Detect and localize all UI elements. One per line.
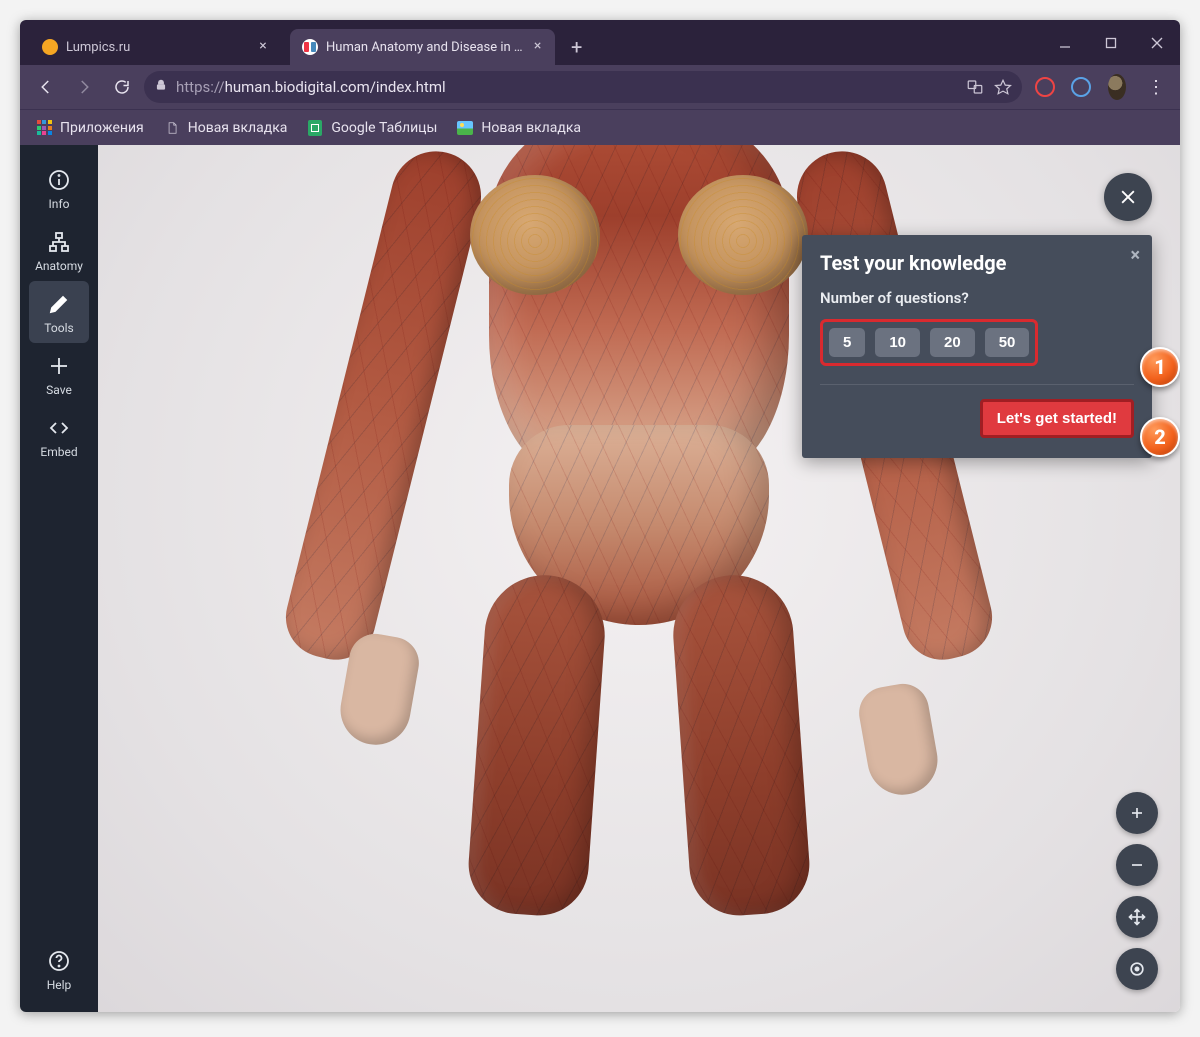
- browser-menu-button[interactable]: ⋮: [1142, 73, 1170, 101]
- nav-back-button[interactable]: [30, 71, 62, 103]
- profile-avatar[interactable]: [1106, 76, 1128, 98]
- translate-icon[interactable]: [966, 78, 984, 96]
- bookmark-label: Google Таблицы: [331, 120, 437, 136]
- star-icon[interactable]: [994, 78, 1012, 96]
- sidebar-item-label: Help: [47, 978, 72, 992]
- apps-icon: [36, 120, 52, 136]
- code-icon: [46, 415, 72, 441]
- bookmark-newtab-2[interactable]: Новая вкладка: [449, 116, 589, 140]
- nav-reload-button[interactable]: [106, 71, 138, 103]
- info-icon: [46, 167, 72, 193]
- close-icon[interactable]: ×: [531, 40, 545, 54]
- quiz-start-button[interactable]: Let's get started!: [980, 399, 1134, 438]
- lock-icon: [154, 78, 168, 96]
- quiz-option-20[interactable]: 20: [930, 328, 975, 357]
- zoom-in-button[interactable]: [1116, 792, 1158, 834]
- callout-badge-2: 2: [1140, 417, 1180, 457]
- tab-title: Lumpics.ru: [66, 40, 248, 55]
- address-bar: https://human.biodigital.com/index.html …: [20, 65, 1180, 109]
- omnibox[interactable]: https://human.biodigital.com/index.html: [144, 71, 1022, 103]
- document-icon: [164, 120, 180, 136]
- sidebar-item-tools[interactable]: Tools: [29, 281, 89, 343]
- quiz-start-wrap: Let's get started!: [820, 399, 1134, 438]
- window-controls: [1042, 20, 1180, 65]
- quiz-popup: × Test your knowledge Number of question…: [802, 235, 1152, 458]
- quiz-option-10[interactable]: 10: [875, 328, 920, 357]
- bookmarks-bar: Приложения Новая вкладка Google Таблицы …: [20, 109, 1180, 145]
- bookmark-label: Новая вкладка: [481, 120, 581, 136]
- sidebar-item-embed[interactable]: Embed: [29, 405, 89, 467]
- bookmark-newtab-1[interactable]: Новая вкладка: [156, 116, 296, 140]
- url-scheme: https://: [176, 78, 225, 96]
- sidebar-item-label: Anatomy: [35, 259, 83, 273]
- app-content: Info Anatomy Tools Save Embed: [20, 145, 1180, 1012]
- close-overlay-button[interactable]: [1104, 173, 1152, 221]
- bookmark-label: Приложения: [60, 120, 144, 136]
- tab-lumpics[interactable]: Lumpics.ru ×: [30, 29, 280, 65]
- sidebar-item-label: Save: [46, 383, 72, 397]
- quiz-subtitle: Number of questions?: [820, 289, 1134, 307]
- favicon-lumpics: [42, 39, 58, 55]
- url-text: https://human.biodigital.com/index.html: [176, 78, 958, 96]
- extension-opera-icon[interactable]: [1034, 76, 1056, 98]
- pencil-icon: [46, 291, 72, 317]
- tab-title: Human Anatomy and Disease in …: [326, 40, 523, 55]
- sidebar-item-anatomy[interactable]: Anatomy: [29, 219, 89, 281]
- favicon-biodigital: [302, 39, 318, 55]
- anatomy-viewer[interactable]: × Test your knowledge Number of question…: [98, 145, 1180, 1012]
- sheets-icon: [307, 120, 323, 136]
- quiz-title: Test your knowledge: [820, 251, 1134, 275]
- divider: [820, 384, 1134, 385]
- extension-blue-icon[interactable]: [1070, 76, 1092, 98]
- sidebar-item-help[interactable]: Help: [29, 938, 89, 1000]
- sidebar-item-save[interactable]: Save: [29, 343, 89, 405]
- quiz-option-5[interactable]: 5: [829, 328, 865, 357]
- close-icon[interactable]: ×: [256, 40, 270, 54]
- bookmark-apps[interactable]: Приложения: [28, 116, 152, 140]
- sidebar-item-info[interactable]: Info: [29, 157, 89, 219]
- callout-badge-1: 1: [1140, 347, 1180, 387]
- window-maximize-button[interactable]: [1088, 20, 1134, 65]
- nav-forward-button[interactable]: [68, 71, 100, 103]
- recenter-button[interactable]: [1116, 948, 1158, 990]
- tab-biodigital[interactable]: Human Anatomy and Disease in … ×: [290, 29, 555, 65]
- extensions-area: ⋮: [1034, 73, 1170, 101]
- browser-window: Lumpics.ru × Human Anatomy and Disease i…: [20, 20, 1180, 1012]
- window-close-button[interactable]: [1134, 20, 1180, 65]
- sidebar-item-label: Tools: [44, 321, 73, 335]
- omnibox-actions: [966, 78, 1012, 96]
- new-tab-button[interactable]: +: [563, 33, 591, 61]
- help-icon: [46, 948, 72, 974]
- pan-button[interactable]: [1116, 896, 1158, 938]
- sidebar-item-label: Info: [49, 197, 70, 211]
- app-sidebar: Info Anatomy Tools Save Embed: [20, 145, 98, 1012]
- titlebar: Lumpics.ru × Human Anatomy and Disease i…: [20, 20, 1180, 65]
- bookmark-label: Новая вкладка: [188, 120, 288, 136]
- view-controls: [1116, 792, 1158, 990]
- bookmark-sheets[interactable]: Google Таблицы: [299, 116, 445, 140]
- screenshot-root: Lumpics.ru × Human Anatomy and Disease i…: [0, 0, 1200, 1037]
- quiz-options-group: 5 10 20 50: [820, 319, 1038, 366]
- picture-icon: [457, 120, 473, 136]
- hierarchy-icon: [46, 229, 72, 255]
- quiz-option-50[interactable]: 50: [985, 328, 1030, 357]
- url-rest: human.biodigital.com/index.html: [225, 78, 446, 96]
- plus-icon: [46, 353, 72, 379]
- tab-strip: Lumpics.ru × Human Anatomy and Disease i…: [20, 20, 591, 65]
- quiz-close-button[interactable]: ×: [1130, 245, 1140, 266]
- sidebar-item-label: Embed: [40, 445, 77, 459]
- zoom-out-button[interactable]: [1116, 844, 1158, 886]
- window-minimize-button[interactable]: [1042, 20, 1088, 65]
